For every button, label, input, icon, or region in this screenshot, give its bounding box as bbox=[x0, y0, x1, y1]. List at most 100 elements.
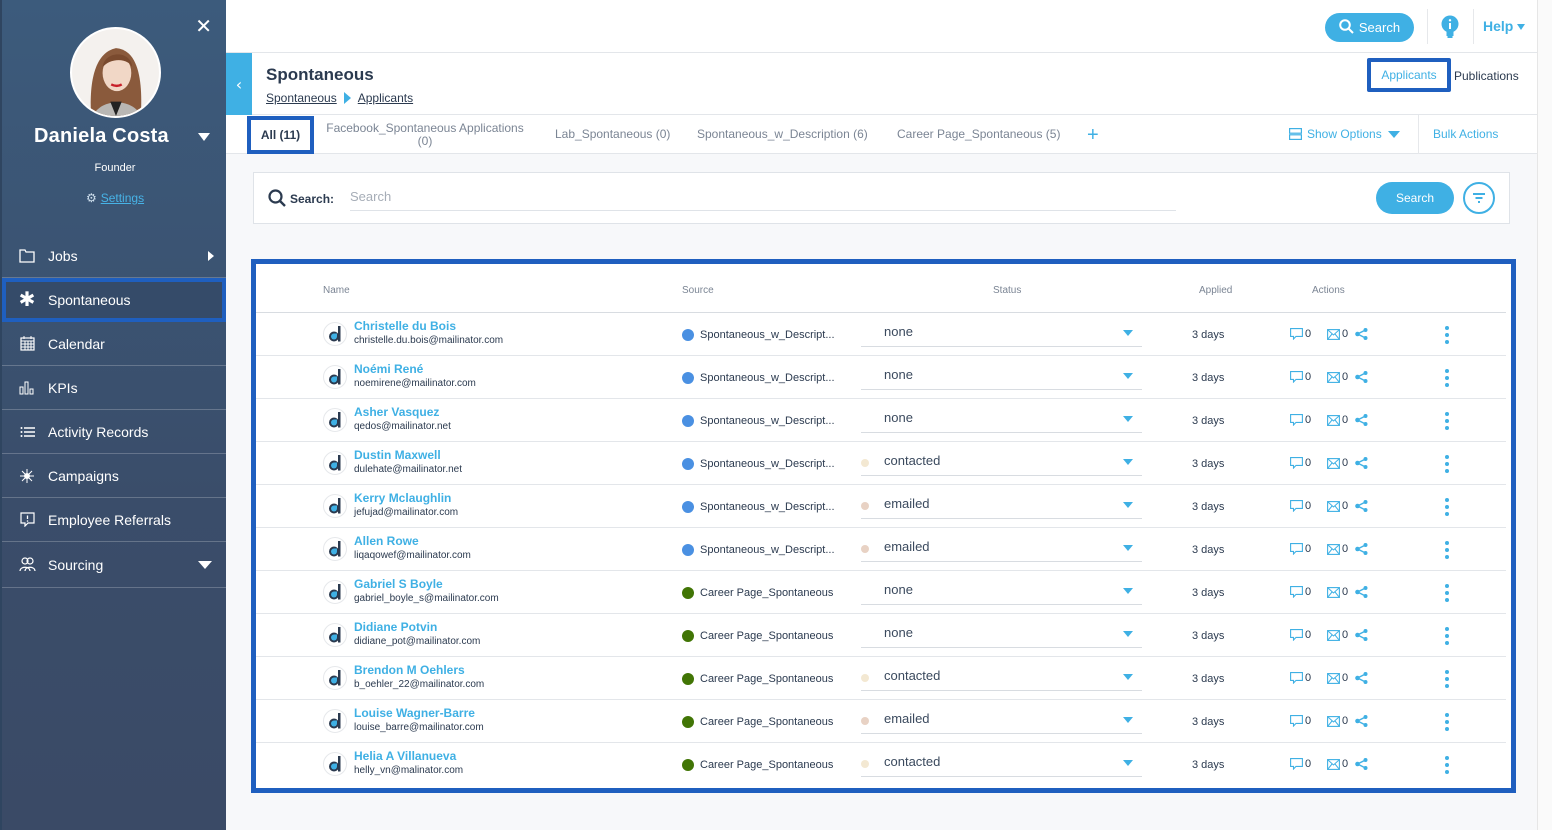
status-dropdown[interactable]: none bbox=[861, 407, 1142, 433]
tab-career-page-spontaneous[interactable]: Career Page_Spontaneous (5) bbox=[897, 115, 1060, 154]
sidebar-item-calendar[interactable]: Calendar bbox=[2, 322, 226, 366]
search-input[interactable] bbox=[350, 183, 1176, 211]
bulk-actions-button[interactable]: Bulk Actions bbox=[1433, 127, 1498, 141]
status-dropdown[interactable]: emailed bbox=[861, 708, 1142, 734]
status-dropdown[interactable]: none bbox=[861, 364, 1142, 390]
sidebar-item-kpis[interactable]: KPIs bbox=[2, 366, 226, 410]
mail-action[interactable]: 0 bbox=[1327, 457, 1348, 469]
tab-lab-spontaneous[interactable]: Lab_Spontaneous (0) bbox=[555, 115, 670, 154]
share-action[interactable] bbox=[1355, 371, 1370, 383]
share-action[interactable] bbox=[1355, 543, 1370, 555]
collapse-sidebar-button[interactable]: ‹ bbox=[226, 53, 252, 115]
show-options-button[interactable]: Show Options bbox=[1289, 127, 1400, 141]
help-menu[interactable]: Help bbox=[1483, 18, 1526, 34]
view-applicants-tab[interactable]: Applicants bbox=[1367, 58, 1451, 92]
more-options-icon[interactable] bbox=[1443, 326, 1451, 344]
share-action[interactable] bbox=[1355, 715, 1370, 727]
tab-all[interactable]: All (11) bbox=[247, 116, 314, 154]
table-row[interactable]: Brendon M Oehlers b_oehler_22@mailinator… bbox=[256, 657, 1506, 700]
info-bulb-icon[interactable] bbox=[1440, 15, 1460, 39]
column-header-name[interactable]: Name bbox=[323, 285, 350, 296]
mail-action[interactable]: 0 bbox=[1327, 672, 1348, 684]
more-options-icon[interactable] bbox=[1443, 455, 1451, 473]
notes-action[interactable]: 0 bbox=[1290, 457, 1311, 469]
more-options-icon[interactable] bbox=[1443, 627, 1451, 645]
sidebar-item-spontaneous[interactable]: ✱ Spontaneous bbox=[2, 278, 226, 322]
status-dropdown[interactable]: contacted bbox=[861, 450, 1142, 476]
table-row[interactable]: Gabriel S Boyle gabriel_boyle_s@mailinat… bbox=[256, 571, 1506, 614]
table-row[interactable]: Allen Rowe liqaqowef@mailinator.com Spon… bbox=[256, 528, 1506, 571]
breadcrumb-applicants[interactable]: Applicants bbox=[358, 91, 413, 105]
user-menu-caret-icon[interactable] bbox=[198, 133, 210, 141]
share-action[interactable] bbox=[1355, 758, 1370, 770]
applicant-name-link[interactable]: Brendon M Oehlers bbox=[354, 663, 465, 677]
notes-action[interactable]: 0 bbox=[1290, 543, 1311, 555]
settings-link[interactable]: Settings bbox=[101, 191, 144, 205]
notes-action[interactable]: 0 bbox=[1290, 758, 1311, 770]
share-action[interactable] bbox=[1355, 328, 1370, 340]
filter-button[interactable] bbox=[1463, 182, 1495, 214]
notes-action[interactable]: 0 bbox=[1290, 414, 1311, 426]
applicant-name-link[interactable]: Asher Vasquez bbox=[354, 405, 439, 419]
share-action[interactable] bbox=[1355, 672, 1370, 684]
table-row[interactable]: Dustin Maxwell dulehate@mailinator.net S… bbox=[256, 442, 1506, 485]
mail-action[interactable]: 0 bbox=[1327, 758, 1348, 770]
applicant-name-link[interactable]: Helia A Villanueva bbox=[354, 749, 456, 763]
share-action[interactable] bbox=[1355, 629, 1370, 641]
mail-action[interactable]: 0 bbox=[1327, 328, 1348, 340]
more-options-icon[interactable] bbox=[1443, 584, 1451, 602]
table-row[interactable]: Kerry Mclaughlin jefujad@mailinator.com … bbox=[256, 485, 1506, 528]
applicant-name-link[interactable]: Dustin Maxwell bbox=[354, 448, 441, 462]
notes-action[interactable]: 0 bbox=[1290, 328, 1311, 340]
search-submit-button[interactable]: Search bbox=[1376, 182, 1454, 214]
status-dropdown[interactable]: none bbox=[861, 622, 1142, 648]
breadcrumb-spontaneous[interactable]: Spontaneous bbox=[266, 91, 337, 105]
share-action[interactable] bbox=[1355, 457, 1370, 469]
column-header-status[interactable]: Status bbox=[993, 285, 1021, 296]
more-options-icon[interactable] bbox=[1443, 369, 1451, 387]
table-row[interactable]: Helia A Villanueva helly_vn@malinator.co… bbox=[256, 743, 1506, 786]
sidebar-item-campaigns[interactable]: Campaigns bbox=[2, 454, 226, 498]
applicant-name-link[interactable]: Allen Rowe bbox=[354, 534, 419, 548]
table-row[interactable]: Louise Wagner-Barre louise_barre@mailina… bbox=[256, 700, 1506, 743]
notes-action[interactable]: 0 bbox=[1290, 500, 1311, 512]
more-options-icon[interactable] bbox=[1443, 412, 1451, 430]
mail-action[interactable]: 0 bbox=[1327, 371, 1348, 383]
mail-action[interactable]: 0 bbox=[1327, 543, 1348, 555]
notes-action[interactable]: 0 bbox=[1290, 715, 1311, 727]
status-dropdown[interactable]: contacted bbox=[861, 751, 1142, 777]
share-action[interactable] bbox=[1355, 500, 1370, 512]
table-row[interactable]: Noémi René noemirene@mailinator.com Spon… bbox=[256, 356, 1506, 399]
mail-action[interactable]: 0 bbox=[1327, 629, 1348, 641]
avatar[interactable] bbox=[70, 27, 161, 118]
share-action[interactable] bbox=[1355, 414, 1370, 426]
mail-action[interactable]: 0 bbox=[1327, 414, 1348, 426]
status-dropdown[interactable]: none bbox=[861, 321, 1142, 347]
status-dropdown[interactable]: none bbox=[861, 579, 1142, 605]
view-publications-tab[interactable]: Publications bbox=[1454, 69, 1519, 83]
sidebar-item-employee-referrals[interactable]: Employee Referrals bbox=[2, 498, 226, 542]
status-dropdown[interactable]: emailed bbox=[861, 493, 1142, 519]
status-dropdown[interactable]: contacted bbox=[861, 665, 1142, 691]
column-header-applied[interactable]: Applied bbox=[1199, 285, 1232, 296]
page-scrollbar[interactable] bbox=[1537, 0, 1552, 830]
applicant-name-link[interactable]: Didiane Potvin bbox=[354, 620, 437, 634]
mail-action[interactable]: 0 bbox=[1327, 715, 1348, 727]
table-row[interactable]: Didiane Potvin didiane_pot@mailinator.co… bbox=[256, 614, 1506, 657]
sidebar-item-jobs[interactable]: Jobs bbox=[2, 234, 226, 278]
add-tab-icon[interactable]: + bbox=[1087, 124, 1099, 147]
close-icon[interactable]: ✕ bbox=[195, 14, 212, 38]
notes-action[interactable]: 0 bbox=[1290, 629, 1311, 641]
status-dropdown[interactable]: emailed bbox=[861, 536, 1142, 562]
sidebar-item-sourcing[interactable]: Sourcing bbox=[2, 542, 226, 588]
more-options-icon[interactable] bbox=[1443, 541, 1451, 559]
more-options-icon[interactable] bbox=[1443, 498, 1451, 516]
tab-facebook-spontaneous[interactable]: Facebook_Spontaneous Applications (0) bbox=[319, 115, 531, 154]
notes-action[interactable]: 0 bbox=[1290, 371, 1311, 383]
mail-action[interactable]: 0 bbox=[1327, 500, 1348, 512]
more-options-icon[interactable] bbox=[1443, 713, 1451, 731]
applicant-name-link[interactable]: Louise Wagner-Barre bbox=[354, 706, 475, 720]
notes-action[interactable]: 0 bbox=[1290, 586, 1311, 598]
table-row[interactable]: Asher Vasquez qedos@mailinator.net Spont… bbox=[256, 399, 1506, 442]
column-header-source[interactable]: Source bbox=[682, 285, 714, 296]
